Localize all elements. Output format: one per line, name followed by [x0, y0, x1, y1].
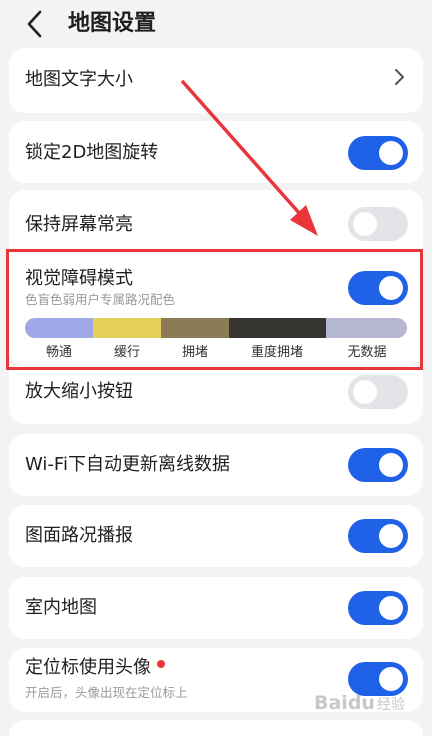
setting-indoor-map: 室内地图: [9, 577, 423, 639]
legend-label: 拥堵: [181, 345, 209, 360]
setting-visual-impairment-mode: 视觉障碍模式 色盲色弱用户专属路况配色 畅通 缓行 拥堵 重度拥堵 无数据: [9, 260, 423, 366]
setting-map-text-size[interactable]: 地图文字大小: [9, 48, 423, 113]
setting-label: 视觉障碍模式: [25, 268, 133, 289]
toggle-knob: [353, 380, 377, 404]
setting-label: 放大缩小按钮: [25, 381, 133, 402]
keep-screen-on-toggle[interactable]: [348, 207, 408, 241]
page-title: 地图设置: [68, 11, 157, 36]
toggle-knob: [379, 667, 403, 691]
toggle-knob: [379, 596, 403, 620]
setting-wifi-offline-update: Wi-Fi下自动更新离线数据: [9, 434, 423, 496]
back-button[interactable]: [22, 9, 50, 39]
settings-group-display: 保持屏幕常亮 视觉障碍模式 色盲色弱用户专属路况配色 畅通 缓行 拥堵 重度拥堵…: [9, 190, 423, 366]
watermark: Baidu 经验: [314, 692, 405, 714]
setting-label: 地图文字大小: [25, 69, 133, 90]
toggle-knob: [379, 453, 403, 477]
road-broadcast-toggle[interactable]: [348, 519, 408, 553]
watermark-suffix: 经验: [376, 697, 405, 713]
setting-label: Wi-Fi下自动更新离线数据: [25, 454, 230, 475]
chevron-right-icon: [395, 69, 404, 85]
chevron-left-icon: [27, 10, 42, 38]
header: 地图设置: [0, 0, 432, 50]
visual-impairment-toggle[interactable]: [348, 271, 408, 305]
new-badge-dot: [157, 660, 165, 668]
toggle-knob: [379, 524, 403, 548]
legend-segment: [326, 318, 407, 338]
legend-segment: [93, 318, 161, 338]
setting-label: 定位标使用头像: [25, 657, 151, 678]
legend-segment: [25, 318, 93, 338]
toggle-knob: [353, 212, 377, 236]
setting-label: 室内地图: [25, 597, 97, 618]
wifi-offline-update-toggle[interactable]: [348, 448, 408, 482]
setting-label: 图面路况播报: [25, 525, 133, 546]
setting-label: 锁定2D地图旋转: [25, 142, 159, 163]
legend-segment: [229, 318, 326, 338]
watermark-brand: Baidu: [314, 692, 375, 714]
zoom-buttons-toggle[interactable]: [348, 375, 408, 409]
setting-label: 保持屏幕常亮: [25, 214, 133, 235]
setting-zoom-buttons: 放大缩小按钮: [9, 366, 423, 424]
setting-subtitle: 色盲色弱用户专属路况配色: [25, 292, 176, 307]
toggle-knob: [379, 141, 403, 165]
setting-lock-2d-rotation: 锁定2D地图旋转: [9, 121, 423, 183]
setting-next-partial: [9, 720, 423, 736]
legend-label: 无数据: [347, 345, 387, 360]
lock-2d-rotation-toggle[interactable]: [348, 136, 408, 170]
traffic-legend-labels: 畅通 缓行 拥堵 重度拥堵 无数据: [25, 344, 407, 362]
legend-label: 畅通: [45, 345, 73, 360]
avatar-locator-toggle[interactable]: [348, 662, 408, 696]
traffic-color-legend-bar: [25, 318, 407, 338]
toggle-knob: [379, 276, 403, 300]
legend-segment: [161, 318, 229, 338]
legend-label: 缓行: [113, 345, 141, 360]
setting-label-wrap: 定位标使用头像: [25, 656, 165, 680]
setting-subtitle: 开启后，头像出现在定位标上: [25, 685, 188, 700]
indoor-map-toggle[interactable]: [348, 591, 408, 625]
setting-road-broadcast: 图面路况播报: [9, 505, 423, 567]
legend-label: 重度拥堵: [250, 345, 304, 360]
